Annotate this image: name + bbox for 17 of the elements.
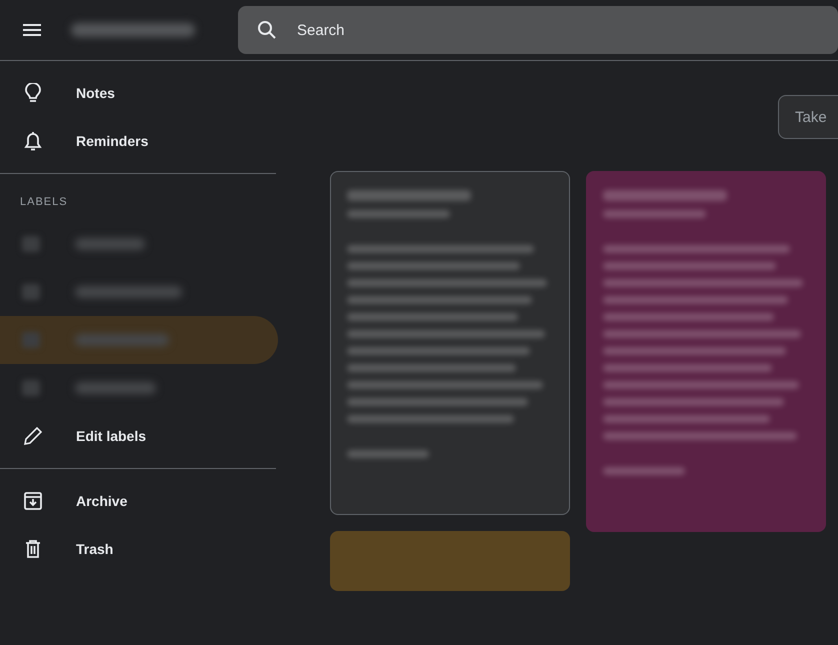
nav-item[interactable]: Reminders	[0, 117, 276, 165]
section-heading: LABELS	[19, 195, 69, 210]
trash-icon	[23, 540, 43, 558]
search-field[interactable]: Search	[295, 20, 498, 40]
bell-icon	[23, 131, 43, 151]
edit-labels-item[interactable]: Edit labels	[0, 412, 276, 460]
search-icon	[257, 20, 277, 40]
note-card[interactable]	[330, 531, 570, 591]
nav-item[interactable]: Notes	[0, 69, 276, 117]
label-item[interactable]	[0, 316, 278, 364]
lightbulb-icon	[23, 83, 43, 103]
menu-icon[interactable]	[23, 24, 41, 36]
nav-item[interactable]: Archive	[0, 477, 276, 525]
take-note-field[interactable]: Take	[795, 108, 829, 126]
archive-icon	[23, 492, 43, 510]
pencil-icon	[23, 427, 43, 445]
nav-item[interactable]: Trash	[0, 525, 276, 573]
